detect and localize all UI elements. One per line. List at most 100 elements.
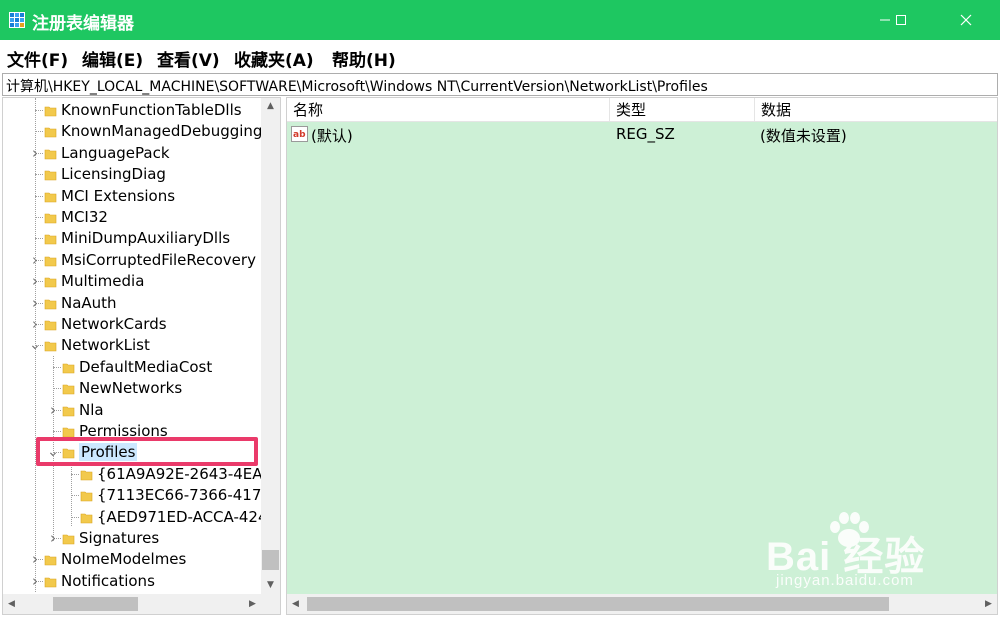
folder-icon bbox=[44, 235, 57, 245]
tree-item[interactable]: MCI32 bbox=[3, 207, 261, 228]
tree-item[interactable]: › Signatures bbox=[3, 528, 261, 549]
tree-connector bbox=[35, 217, 43, 218]
tree-item-label[interactable]: NewNetworks bbox=[79, 379, 182, 397]
folder-icon bbox=[44, 192, 57, 202]
scroll-down-icon[interactable]: ▼ bbox=[261, 577, 280, 594]
title-bar: 注册表编辑器 bbox=[0, 0, 1000, 40]
tree-connector bbox=[35, 238, 43, 240]
column-header-data[interactable]: 数据 bbox=[755, 98, 997, 122]
regedit-icon bbox=[9, 12, 25, 28]
tree-item[interactable]: DefaultMediaCost bbox=[3, 357, 261, 378]
address-path: 计算机\HKEY_LOCAL_MACHINE\SOFTWARE\Microsof… bbox=[6, 79, 708, 95]
tree-item-label[interactable]: DefaultMediaCost bbox=[79, 358, 212, 376]
tree-item[interactable]: MCI Extensions bbox=[3, 186, 261, 207]
tree-item-label[interactable]: {AED971ED-ACCA-424 bbox=[97, 508, 268, 526]
tree-item-label[interactable]: Signatures bbox=[79, 529, 159, 547]
tree-item[interactable]: {7113EC66-7366-4174 bbox=[3, 485, 271, 506]
folder-icon bbox=[80, 470, 93, 481]
tree-item[interactable]: › LanguagePack bbox=[3, 143, 261, 164]
folder-icon bbox=[44, 128, 57, 138]
tree-horizontal-scroll-thumb[interactable] bbox=[53, 597, 138, 611]
folder-icon bbox=[44, 213, 57, 224]
folder-icon bbox=[62, 406, 75, 416]
scroll-right-icon[interactable]: ▶ bbox=[244, 594, 261, 614]
tree-item[interactable]: › Multimedia bbox=[3, 271, 261, 292]
tree-item[interactable]: KnownFunctionTableDlls bbox=[3, 100, 261, 121]
folder-icon bbox=[44, 170, 57, 181]
close-icon bbox=[960, 14, 972, 26]
close-button[interactable] bbox=[943, 0, 989, 40]
scroll-left-icon[interactable]: ◀ bbox=[287, 594, 304, 614]
folder-icon bbox=[80, 491, 93, 502]
scrollbar-corner bbox=[261, 594, 280, 614]
tree-item-label[interactable]: {7113EC66-7366-4174 bbox=[97, 486, 271, 504]
tree-item[interactable]: ⌄ NetworkList bbox=[3, 335, 261, 356]
tree-item[interactable]: KnownManagedDebugging bbox=[3, 121, 262, 142]
maximize-button[interactable] bbox=[878, 0, 924, 40]
tree-item[interactable]: › NetworkCards bbox=[3, 314, 261, 335]
tree-connector bbox=[71, 495, 79, 497]
tree-item[interactable]: › NoImeModelmes bbox=[3, 549, 261, 570]
value-name: (默认) bbox=[311, 127, 353, 145]
tree-item-label[interactable]: NoImeModelmes bbox=[61, 550, 186, 568]
folder-icon bbox=[44, 342, 57, 352]
tree-item-label[interactable]: Multimedia bbox=[61, 272, 144, 290]
folder-icon bbox=[44, 299, 57, 309]
tree-vertical-scroll-thumb[interactable] bbox=[262, 550, 279, 570]
tree-connector bbox=[71, 473, 79, 475]
tree-item-label[interactable]: MCI32 bbox=[61, 208, 108, 226]
tree-item[interactable]: {AED971ED-ACCA-424 bbox=[3, 507, 268, 528]
menu-edit[interactable]: 编辑(E) bbox=[82, 46, 143, 71]
menu-file[interactable]: 文件(F) bbox=[7, 46, 68, 71]
tree-item-label[interactable]: MCI Extensions bbox=[61, 187, 175, 205]
tree-item[interactable]: › MsiCorruptedFileRecovery bbox=[3, 250, 261, 271]
folder-icon bbox=[62, 384, 75, 395]
tree-connector bbox=[35, 174, 43, 176]
tree-vertical-scrollbar[interactable]: ▲ ▼ bbox=[261, 98, 280, 594]
maximize-icon bbox=[896, 15, 906, 25]
tree-item-label[interactable]: MsiCorruptedFileRecovery bbox=[61, 251, 256, 269]
scroll-left-icon[interactable]: ◀ bbox=[3, 594, 20, 614]
folder-icon bbox=[44, 577, 57, 588]
tree-item[interactable]: {61A9A92E-2643-4EA bbox=[3, 464, 263, 485]
tree-item-label[interactable]: {61A9A92E-2643-4EA bbox=[97, 465, 263, 483]
tree-item[interactable]: MiniDumpAuxiliaryDlls bbox=[3, 228, 261, 249]
key-tree-pane[interactable]: KnownFunctionTableDlls KnownManagedDebugg… bbox=[2, 97, 281, 615]
tree-item[interactable]: › NaAuth bbox=[3, 293, 261, 314]
tree-item-label[interactable]: Nla bbox=[79, 401, 104, 419]
tree-guide-line bbox=[71, 462, 72, 526]
address-bar[interactable]: 计算机\HKEY_LOCAL_MACHINE\SOFTWARE\Microsof… bbox=[2, 73, 998, 96]
tree-item-label[interactable]: Notifications bbox=[61, 572, 155, 590]
tree-connector bbox=[35, 110, 43, 111]
tree-horizontal-scrollbar[interactable]: ◀ ▶ bbox=[3, 594, 261, 614]
column-header-type[interactable]: 类型 bbox=[610, 98, 755, 122]
tree-item-label[interactable]: LanguagePack bbox=[61, 144, 170, 162]
tree-item-label[interactable]: NetworkCards bbox=[61, 315, 167, 333]
menu-bar: 文件(F) 编辑(E) 查看(V) 收藏夹(A) 帮助(H) bbox=[0, 40, 1000, 72]
menu-favorites[interactable]: 收藏夹(A) bbox=[234, 46, 314, 71]
tree-connector bbox=[35, 195, 43, 197]
tree-item-label[interactable]: NaAuth bbox=[61, 294, 117, 312]
value-row[interactable]: ab (默认) REG_SZ (数值未设置) bbox=[287, 123, 997, 145]
value-data: (数值未设置) bbox=[760, 127, 847, 145]
tree-item-label[interactable]: KnownFunctionTableDlls bbox=[61, 101, 242, 119]
menu-help[interactable]: 帮助(H) bbox=[332, 46, 396, 71]
folder-icon bbox=[44, 256, 57, 267]
tree-connector bbox=[53, 431, 61, 432]
scroll-up-icon[interactable]: ▲ bbox=[261, 98, 280, 115]
tree-item[interactable]: NewNetworks bbox=[3, 378, 261, 399]
watermark-url: jingyan.baidu.com bbox=[776, 572, 914, 589]
menu-view[interactable]: 查看(V) bbox=[157, 46, 220, 71]
column-header-name[interactable]: 名称 bbox=[287, 98, 610, 122]
tree-item-label[interactable]: LicensingDiag bbox=[61, 165, 166, 183]
tree-item[interactable]: LicensingDiag bbox=[3, 164, 261, 185]
tree-item[interactable]: › Notifications bbox=[3, 571, 261, 592]
folder-icon bbox=[44, 556, 57, 566]
tree-connector bbox=[35, 131, 43, 133]
folder-icon bbox=[44, 320, 57, 331]
value-type: REG_SZ bbox=[616, 125, 675, 143]
tree-item[interactable]: › Nla bbox=[3, 400, 261, 421]
tree-item-label[interactable]: KnownManagedDebugging bbox=[61, 122, 262, 140]
tree-item-label[interactable]: MiniDumpAuxiliaryDlls bbox=[61, 229, 230, 247]
tree-item-label[interactable]: NetworkList bbox=[61, 336, 150, 354]
